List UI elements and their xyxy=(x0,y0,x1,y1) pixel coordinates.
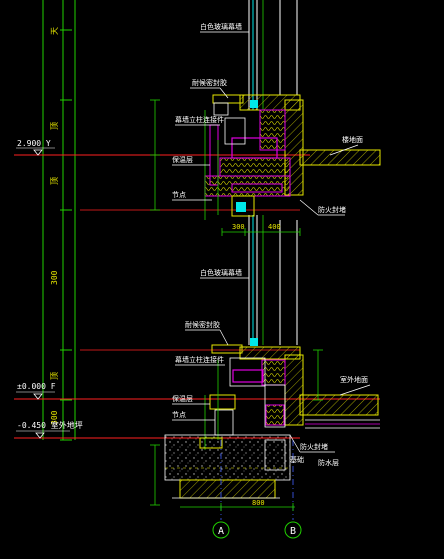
label-ground-finish: 室外地面 xyxy=(340,375,368,384)
axis-dimension: 800 xyxy=(180,499,295,511)
dim-text-5: 顶 xyxy=(50,372,59,380)
bottom-dim-text: 800 xyxy=(252,499,265,507)
axis-bubble-a: A xyxy=(212,521,230,539)
label-bracket-bottom: 幕墙立柱连接件 xyxy=(175,355,224,364)
axis-b-text: B xyxy=(290,526,296,537)
axis-bubble-b: B xyxy=(284,521,302,539)
dim-text-1: 天 xyxy=(50,27,59,35)
mid-dim-text-1: 300 xyxy=(232,223,245,231)
label-joint-bottom: 节点 xyxy=(172,411,186,419)
lower-ground-node xyxy=(204,338,380,450)
label-glass-mid: 白色玻璃幕墙 xyxy=(200,268,242,277)
elevation-lower-text: -0.450 室外地坪 xyxy=(17,420,83,430)
label-sealant-bottom: 耐候密封胶 xyxy=(185,320,220,329)
label-pit: 防水层 xyxy=(318,458,339,467)
dim-text-2: 顶 xyxy=(50,122,59,130)
label-fire-top: 防火封堵 xyxy=(318,205,346,214)
internal-dim-texts: 300 400 xyxy=(232,223,281,231)
label-bracket-top: 幕墙立柱连接件 xyxy=(175,115,224,124)
reference-lines xyxy=(80,209,300,351)
label-glass-top: 白色玻璃幕墙 xyxy=(200,22,242,31)
elevation-middle-text: ±0.000 F xyxy=(17,382,56,391)
mid-dim-text-2: 400 xyxy=(268,223,281,231)
label-joint-top: 节点 xyxy=(172,191,186,199)
label-sealant-top: 耐候密封胶 xyxy=(192,78,227,87)
elevation-upper-text: 2.900 Y xyxy=(17,139,51,148)
left-dimension-lines xyxy=(42,0,76,441)
label-insulation-bottom: 保温层 xyxy=(172,394,193,403)
dim-text-4: 300 xyxy=(50,270,59,285)
cad-section-drawing: 天 顶 顶 300 顶 300 2.900 Y ±0.000 F -0.450 … xyxy=(14,0,381,539)
foundation xyxy=(164,434,291,499)
axis-a-text: A xyxy=(218,526,224,537)
label-slab-finish: 楼地面 xyxy=(342,135,363,144)
upper-floor-node xyxy=(204,94,381,220)
left-dimension-texts: 天 顶 顶 300 顶 300 xyxy=(50,27,59,425)
dim-text-3: 顶 xyxy=(50,177,59,185)
label-insulation-top: 保温层 xyxy=(172,155,193,164)
label-base-note: 基础 xyxy=(290,455,304,464)
label-fire-bottom: 防火封堵 xyxy=(300,442,328,451)
